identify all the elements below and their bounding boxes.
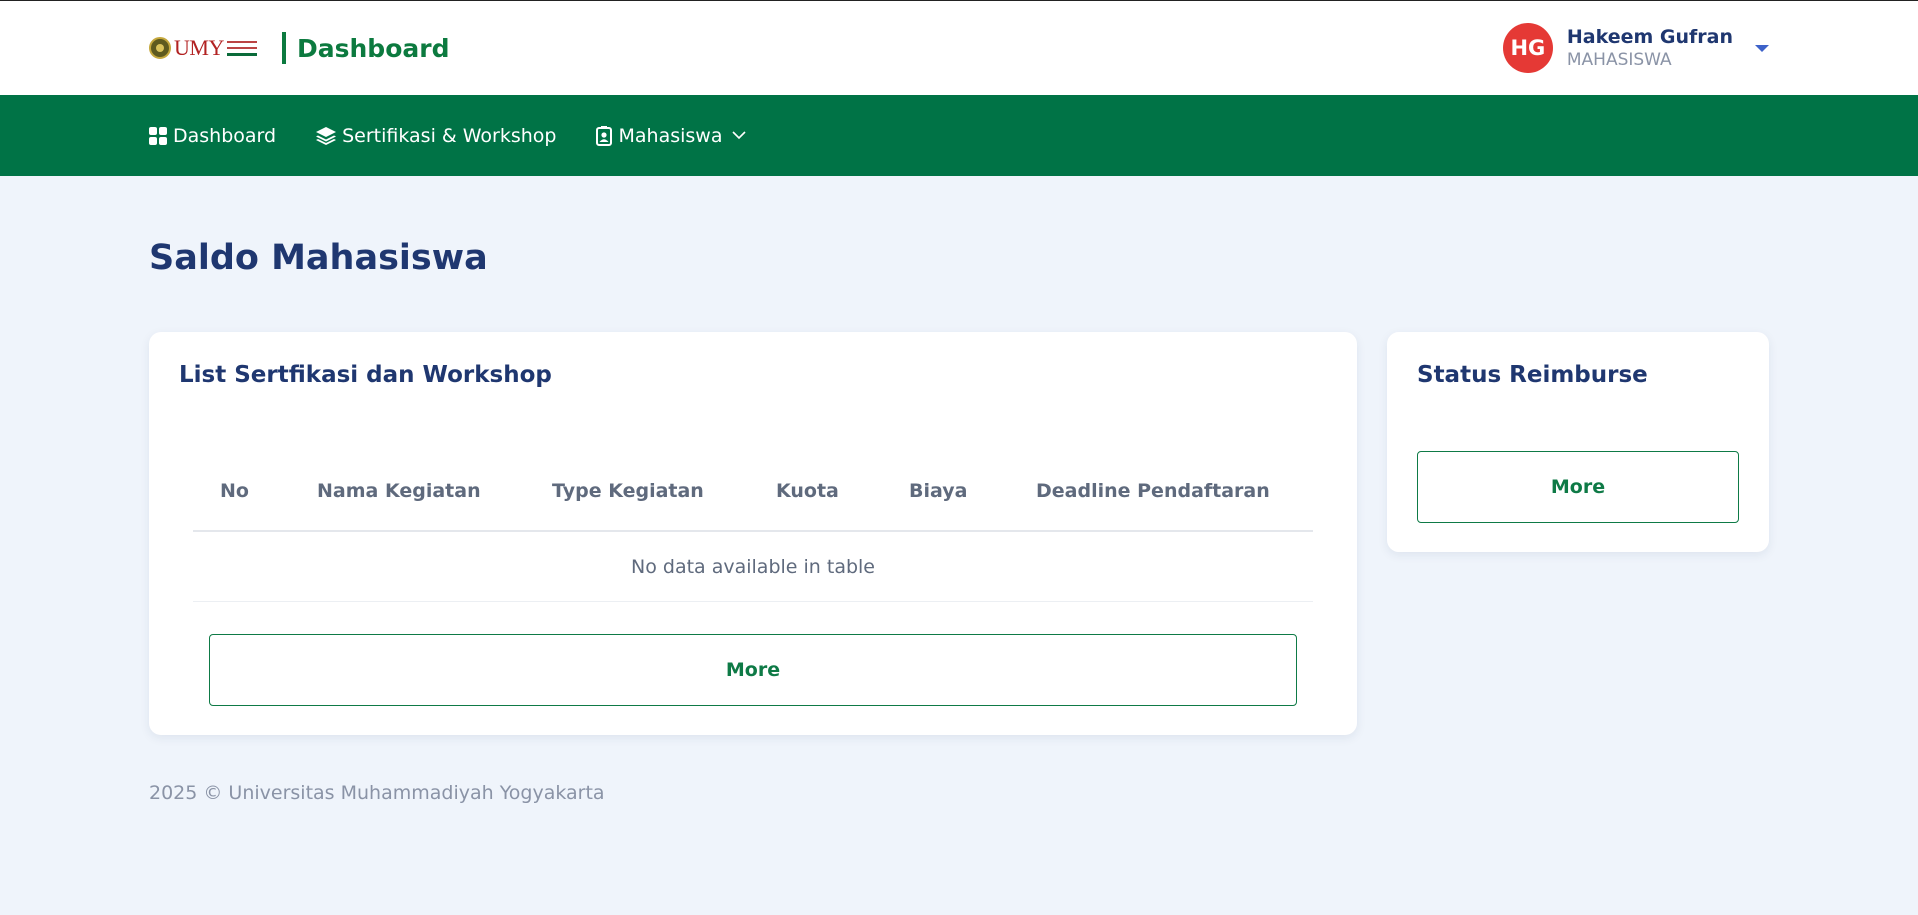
grid-icon: [149, 126, 167, 145]
list-card: List Sertfikasi dan Workshop No Nama Keg…: [149, 332, 1357, 735]
nav-item-sertifikasi[interactable]: Sertifikasi & Workshop: [316, 125, 556, 147]
brand-divider: [282, 32, 286, 64]
user-menu[interactable]: HG Hakeem Gufran MAHASISWA: [1502, 23, 1769, 73]
activities-table: No Nama Kegiatan Type Kegiatan Kuota Bia…: [193, 452, 1313, 602]
user-name: Hakeem Gufran: [1566, 26, 1733, 48]
nav-item-label: Sertifikasi & Workshop: [342, 124, 557, 147]
chevron-down-icon: [732, 131, 747, 140]
status-card: Status Reimburse More: [1387, 332, 1769, 552]
main-navbar: Dashboard Sertifikasi & Workshop Mahasis…: [0, 95, 1918, 176]
layers-icon: [316, 126, 337, 145]
nav-item-label: Mahasiswa: [618, 124, 723, 147]
more-list-button[interactable]: More: [209, 634, 1297, 706]
more-status-button[interactable]: More: [1417, 451, 1739, 523]
nav-item-label: Dashboard: [173, 124, 277, 147]
table-header: No Nama Kegiatan Type Kegiatan Kuota Bia…: [193, 452, 1313, 532]
page-title: Saldo Mahasiswa: [149, 238, 488, 278]
avatar[interactable]: HG: [1502, 23, 1553, 73]
footer-text: 2025 © Universitas Muhammadiyah Yogyakar…: [149, 782, 605, 804]
user-info: Hakeem Gufran MAHASISWA: [1567, 26, 1733, 70]
header-title: Dashboard: [297, 33, 450, 63]
nav-item-dashboard[interactable]: Dashboard: [149, 125, 276, 147]
main-content: Saldo Mahasiswa List Sertfikasi dan Work…: [149, 238, 1769, 804]
column-header-nama-kegiatan[interactable]: Nama Kegiatan: [317, 480, 481, 502]
brand: UMY Dashboard: [149, 32, 449, 64]
id-badge-icon: [596, 125, 613, 146]
caret-down-icon[interactable]: [1755, 44, 1769, 52]
column-header-kuota[interactable]: Kuota: [776, 480, 839, 502]
nav-item-mahasiswa[interactable]: Mahasiswa: [596, 124, 747, 147]
top-header: UMY Dashboard HG Hakeem Gufran MAHASISWA: [0, 1, 1918, 95]
table-empty-row: No data available in table: [193, 532, 1313, 602]
status-card-title: Status Reimburse: [1417, 362, 1648, 388]
logo-text: UMY: [174, 35, 224, 60]
column-header-biaya[interactable]: Biaya: [909, 480, 967, 502]
user-role: MAHASISWA: [1566, 50, 1672, 70]
umy-logo[interactable]: UMY: [149, 33, 264, 63]
list-card-title: List Sertfikasi dan Workshop: [179, 362, 552, 388]
column-header-deadline[interactable]: Deadline Pendaftaran: [1036, 480, 1270, 502]
column-header-type-kegiatan[interactable]: Type Kegiatan: [552, 480, 704, 502]
column-header-no[interactable]: No: [220, 480, 249, 502]
umy-seal-icon: [149, 37, 171, 59]
